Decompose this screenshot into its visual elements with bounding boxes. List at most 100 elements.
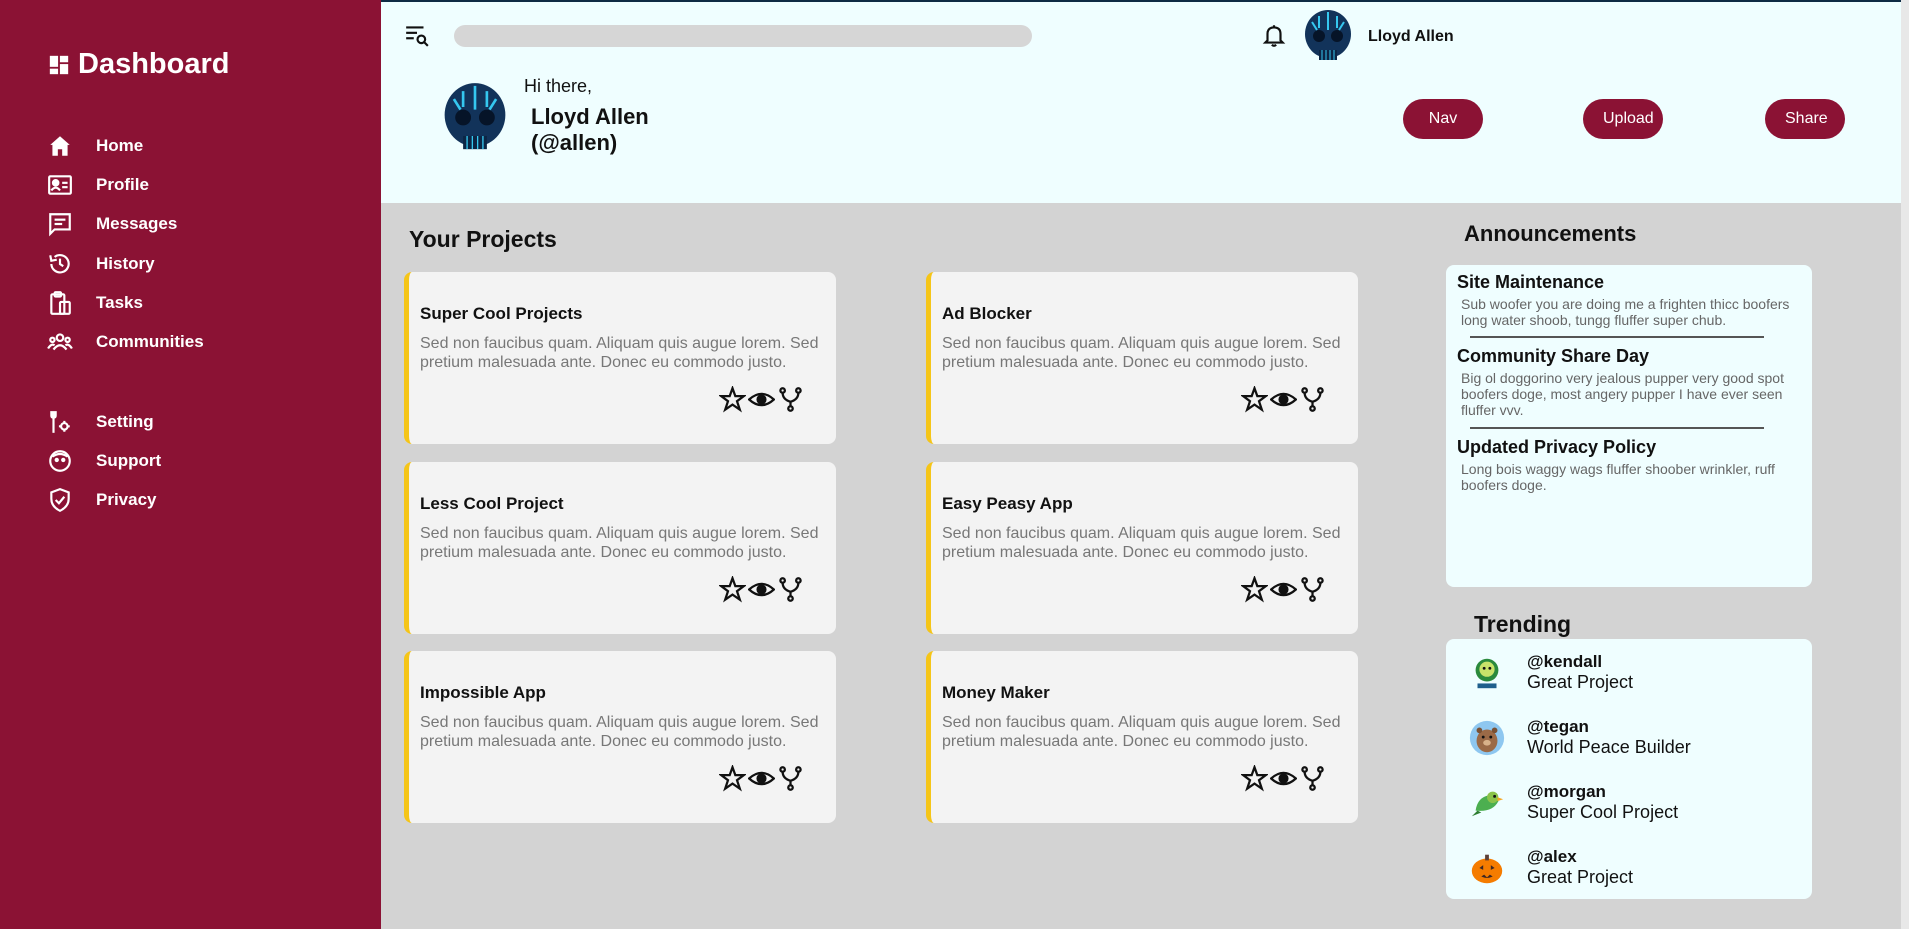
announcement-body: Big ol doggorino very jealous pupper ver…	[1461, 370, 1784, 418]
trending-handle: @kendall	[1527, 652, 1603, 671]
eye-icon[interactable]	[748, 386, 775, 413]
menu-search-icon[interactable]	[404, 22, 430, 48]
project-card[interactable]: Easy Peasy App Sed non faucibus quam. Al…	[926, 462, 1358, 634]
star-icon[interactable]	[719, 576, 746, 603]
project-description: Sed non faucibus quam. Aliquam quis augu…	[420, 525, 819, 561]
sidebar-item-history[interactable]: History	[46, 244, 204, 283]
sidebar-item-setting[interactable]: Setting	[46, 402, 161, 441]
trending-title: Trending	[1474, 611, 1572, 637]
sidebar-item-label: Messages	[96, 214, 178, 234]
trending-handle: @alex	[1527, 847, 1577, 866]
sidebar-item-label: Profile	[96, 174, 149, 194]
sidebar: Dashboard Home Profile Messages History …	[0, 0, 381, 929]
sidebar-item-privacy[interactable]: Privacy	[46, 481, 161, 520]
announcement-item[interactable]: Site Maintenance Sub woofer you are doin…	[1457, 272, 1797, 328]
eye-icon[interactable]	[1270, 386, 1297, 413]
project-card[interactable]: Less Cool Project Sed non faucibus quam.…	[404, 462, 836, 634]
avatar	[1467, 783, 1507, 823]
trending-item[interactable]: @kendall Great Project	[1467, 652, 1633, 693]
star-icon[interactable]	[1241, 386, 1268, 413]
sidebar-item-profile[interactable]: Profile	[46, 165, 204, 204]
project-name: Easy Peasy App	[942, 494, 1073, 513]
sidebar-item-label: History	[96, 253, 155, 273]
announcement-item[interactable]: Community Share Day Big ol doggorino ver…	[1457, 346, 1797, 418]
star-icon[interactable]	[719, 386, 746, 413]
announcements-title: Announcements	[1464, 221, 1637, 246]
avatar[interactable]	[1303, 8, 1353, 64]
user-name[interactable]: Lloyd Allen	[1368, 28, 1454, 46]
sidebar-item-support[interactable]: Support	[46, 441, 161, 480]
project-description: Sed non faucibus quam. Aliquam quis augu…	[420, 335, 819, 371]
sidebar-item-label: Setting	[96, 411, 154, 431]
fork-icon[interactable]	[777, 576, 804, 603]
project-description: Sed non faucibus quam. Aliquam quis augu…	[942, 525, 1341, 561]
trending-handle: @tegan	[1527, 717, 1589, 736]
star-icon[interactable]	[1241, 765, 1268, 792]
dashboard-icon	[49, 55, 69, 74]
shield-icon	[46, 486, 74, 514]
fork-icon[interactable]	[777, 386, 804, 413]
avatar	[1467, 653, 1507, 693]
project-card[interactable]: Money Maker Sed non faucibus quam. Aliqu…	[926, 651, 1358, 823]
project-actions	[719, 386, 804, 413]
trending-item[interactable]: @alex Great Project	[1467, 847, 1633, 888]
project-description: Sed non faucibus quam. Aliquam quis augu…	[942, 714, 1341, 750]
eye-icon[interactable]	[1270, 576, 1297, 603]
announcement-item[interactable]: Updated Privacy Policy Long bois waggy w…	[1457, 437, 1797, 493]
divider	[1470, 427, 1764, 429]
project-name: Super Cool Projects	[420, 304, 583, 323]
project-card[interactable]: Ad Blocker Sed non faucibus quam. Aliqua…	[926, 272, 1358, 444]
sidebar-item-tasks[interactable]: Tasks	[46, 283, 204, 322]
announcement-body: Long bois waggy wags fluffer shoober wri…	[1461, 461, 1775, 493]
trending-item[interactable]: @tegan World Peace Builder	[1467, 717, 1691, 758]
sidebar-item-label: Privacy	[96, 490, 157, 510]
eye-icon[interactable]	[1270, 765, 1297, 792]
project-card[interactable]: Super Cool Projects Sed non faucibus qua…	[404, 272, 836, 444]
sidebar-item-communities[interactable]: Communities	[46, 322, 204, 361]
trending-item[interactable]: @morgan Super Cool Project	[1467, 782, 1678, 823]
upload-button[interactable]: Upload	[1583, 99, 1663, 139]
project-name: Ad Blocker	[942, 304, 1032, 323]
clipboard-icon	[46, 289, 74, 317]
star-icon[interactable]	[719, 765, 746, 792]
project-actions	[1241, 576, 1326, 603]
sidebar-nav-secondary: Setting Support Privacy	[46, 402, 161, 520]
eye-icon[interactable]	[748, 576, 775, 603]
sidebar-item-home[interactable]: Home	[46, 126, 204, 165]
brand-title: Dashboard	[78, 48, 230, 80]
announcement-title: Site Maintenance	[1457, 272, 1605, 292]
avatar	[1467, 848, 1507, 888]
sidebar-nav: Home Profile Messages History Tasks Comm…	[46, 126, 204, 362]
project-description: Sed non faucibus quam. Aliquam quis augu…	[420, 714, 819, 750]
fork-icon[interactable]	[777, 765, 804, 792]
profile-avatar	[444, 83, 506, 150]
history-icon	[46, 250, 74, 278]
sidebar-item-messages[interactable]: Messages	[46, 205, 204, 244]
share-button[interactable]: Share	[1765, 99, 1845, 139]
trending-project: Great Project	[1527, 672, 1634, 692]
divider	[1470, 336, 1764, 338]
scrollbar[interactable]	[1901, 0, 1909, 929]
announcement-body: Sub woofer you are doing me a frighten t…	[1461, 296, 1790, 328]
project-actions	[1241, 386, 1326, 413]
fork-icon[interactable]	[1299, 765, 1326, 792]
star-icon[interactable]	[1241, 576, 1268, 603]
brand[interactable]: Dashboard	[48, 48, 229, 81]
sidebar-item-label: Support	[96, 450, 162, 470]
project-name: Less Cool Project	[420, 494, 564, 513]
nav-button[interactable]: Nav	[1403, 99, 1483, 139]
sidebar-item-label: Home	[96, 135, 144, 155]
trending-handle: @morgan	[1527, 782, 1606, 801]
id-card-icon	[46, 171, 74, 199]
search-input[interactable]	[454, 25, 1032, 47]
project-card[interactable]: Impossible App Sed non faucibus quam. Al…	[404, 651, 836, 823]
bell-icon[interactable]	[1261, 21, 1287, 49]
eye-icon[interactable]	[748, 765, 775, 792]
trending-project: Super Cool Project	[1527, 802, 1679, 822]
home-icon	[46, 132, 74, 160]
fork-icon[interactable]	[1299, 576, 1326, 603]
project-actions	[1241, 765, 1326, 792]
trending-project: Great Project	[1527, 867, 1634, 887]
fork-icon[interactable]	[1299, 386, 1326, 413]
trending-project: World Peace Builder	[1527, 737, 1691, 757]
